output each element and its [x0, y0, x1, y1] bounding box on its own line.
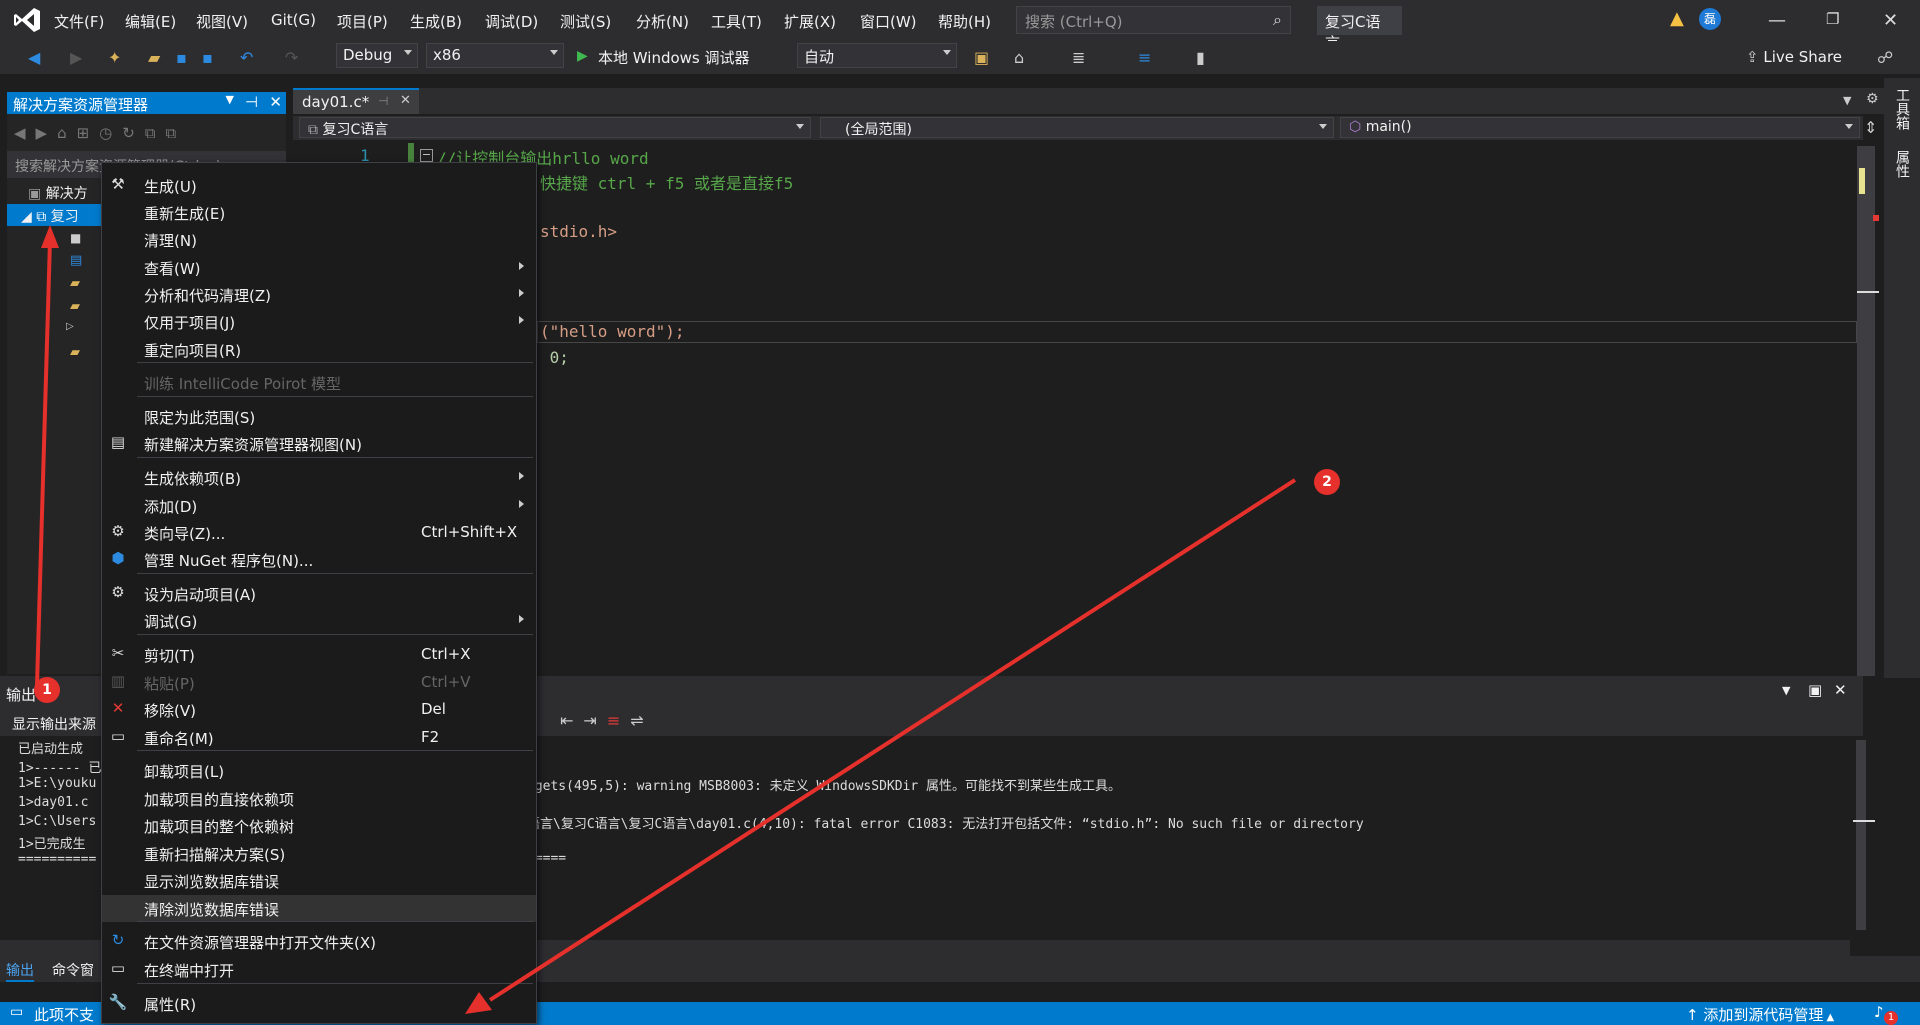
annotation-badge-1: 1 [34, 677, 60, 703]
arrow-1-head [41, 225, 59, 248]
arrow-2-line [488, 478, 1297, 1002]
annotation-badge-2: 2 [1314, 469, 1340, 495]
arrow-2-head [465, 992, 492, 1014]
annotation-arrows [35, 225, 1297, 1014]
arrow-1-line [35, 239, 52, 686]
